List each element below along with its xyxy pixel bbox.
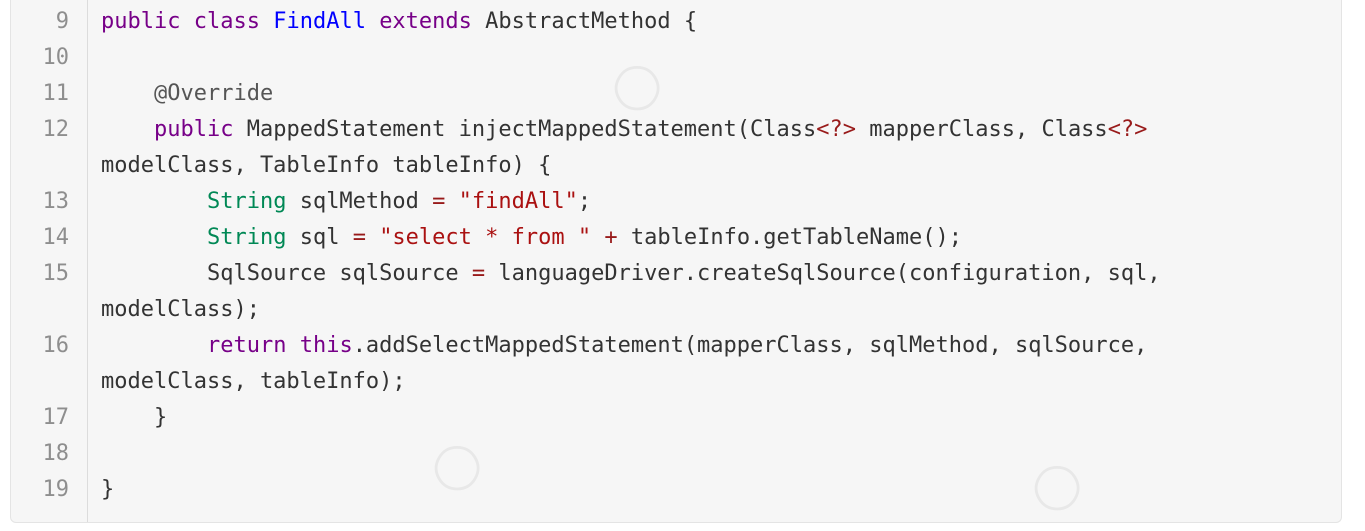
code-token: <?>: [816, 117, 857, 142]
code-text: public class FindAll extends AbstractMet…: [101, 4, 1281, 40]
code-line: 18: [11, 436, 1341, 472]
code-token: AbstractMethod {: [471, 9, 698, 34]
code-token: SqlSource sqlSource: [101, 261, 472, 286]
code-token: "findAll": [458, 189, 578, 214]
code-token: =: [432, 189, 446, 214]
code-text: }: [101, 472, 1281, 508]
code-line: 10: [11, 40, 1341, 76]
code-line: 12 public MappedStatement injectMappedSt…: [11, 112, 1341, 184]
line-number: 12: [42, 117, 70, 142]
code-token: sql: [286, 225, 353, 250]
code-text: return this.addSelectMappedStatement(map…: [101, 328, 1281, 400]
code-token: String: [206, 189, 287, 214]
code-token: public: [153, 117, 234, 142]
code-token: @Override: [153, 81, 274, 106]
line-number: 19: [42, 477, 70, 502]
line-number: 15: [42, 261, 70, 286]
code-token: tableInfo.getTableName();: [617, 225, 962, 250]
code-block[interactable]: 9 public class FindAll extends AbstractMe…: [10, 0, 1342, 523]
line-number: 13: [42, 189, 70, 214]
code-token: }: [101, 477, 115, 502]
code-token: }: [101, 405, 168, 430]
line-number: 9: [55, 9, 69, 34]
code-line: 11 @Override: [11, 76, 1341, 112]
code-text: String sql = "select * from " + tableInf…: [101, 220, 1281, 256]
code-line: 19}: [11, 472, 1341, 508]
code-token: String: [206, 225, 287, 250]
line-number: 11: [42, 81, 70, 106]
code-text: SqlSource sqlSource = languageDriver.cre…: [101, 256, 1281, 328]
code-token: extends: [379, 9, 472, 34]
code-token: sqlMethod: [286, 189, 433, 214]
line-number: 17: [42, 405, 70, 430]
code-token: <?>: [1107, 117, 1148, 142]
code-line: 9 public class FindAll extends AbstractMe…: [11, 4, 1341, 40]
line-number: 14: [42, 225, 70, 250]
code-line: 15 SqlSource sqlSource = languageDriver.…: [11, 256, 1341, 328]
line-number: 16: [42, 333, 70, 358]
code-token: this: [299, 333, 353, 358]
code-token: return: [206, 333, 287, 358]
code-line: 14 String sql = "select * from " + table…: [11, 220, 1341, 256]
code-line: 13 String sqlMethod = "findAll";: [11, 184, 1341, 220]
code-text: String sqlMethod = "findAll";: [101, 184, 1281, 220]
code-line: 16 return this.addSelectMappedStatement(…: [11, 328, 1341, 400]
code-lines: 9 public class FindAll extends AbstractMe…: [11, 4, 1341, 508]
line-number: 18: [42, 441, 70, 466]
code-token: =: [471, 261, 486, 286]
line-number: 10: [42, 45, 70, 70]
code-line: 17 }: [11, 400, 1341, 436]
code-token: =: [352, 225, 366, 250]
code-token: mapperClass, Class: [856, 117, 1108, 142]
code-text: @Override: [101, 76, 1281, 112]
code-token: "select * from ": [379, 225, 592, 250]
code-token: +: [604, 225, 618, 250]
code-text: }: [101, 400, 1281, 436]
code-token: MappedStatement injectMappedStatement(Cl…: [233, 117, 817, 142]
code-token: class: [193, 9, 260, 34]
code-text: public MappedStatement injectMappedState…: [101, 112, 1281, 184]
code-token: FindAll: [273, 9, 366, 34]
code-token: public: [101, 9, 181, 34]
code-token: ;: [577, 189, 592, 214]
